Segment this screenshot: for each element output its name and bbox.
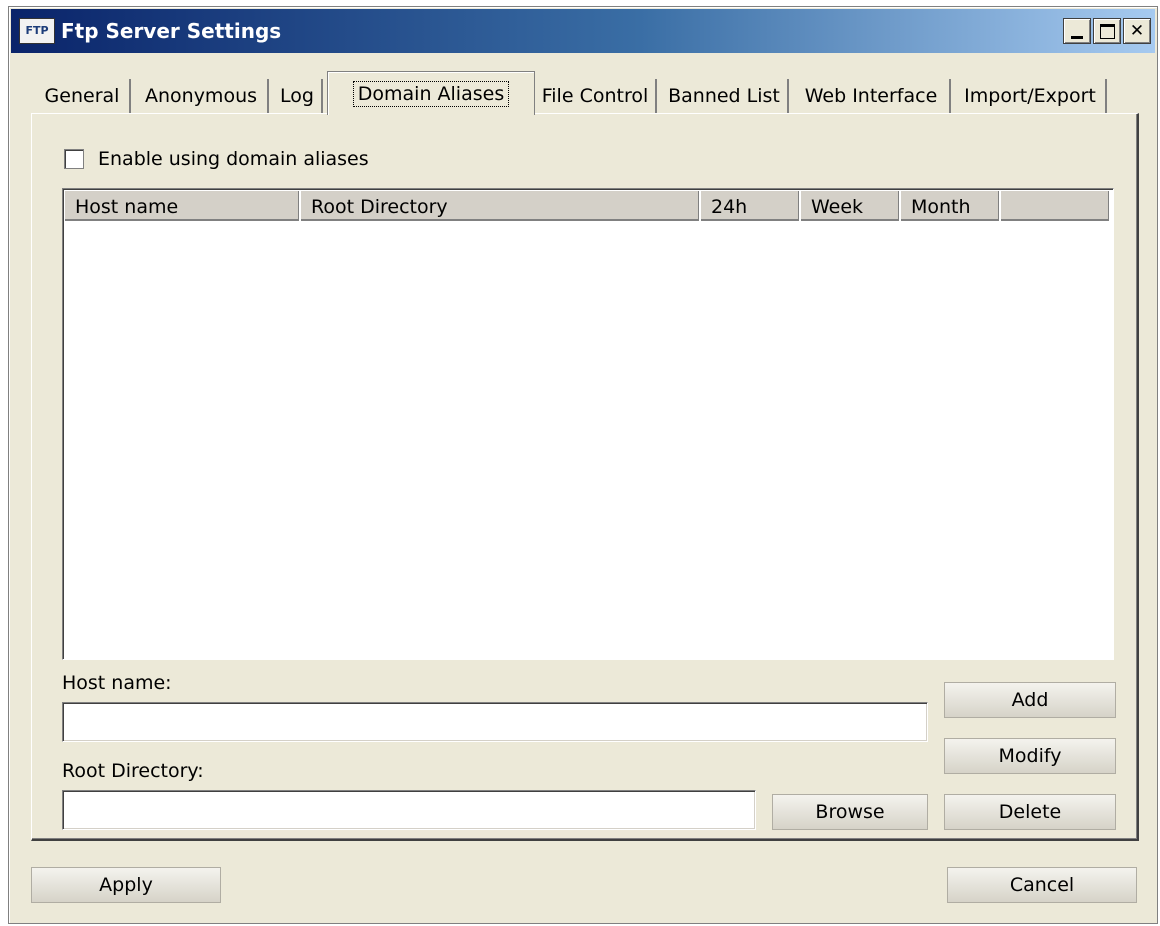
list-header: Host name Root Directory 24h Week Month	[65, 191, 1111, 221]
tab-label: Domain Aliases	[352, 80, 510, 107]
tab-label: Anonymous	[144, 85, 258, 107]
host-name-label: Host name:	[62, 672, 172, 694]
close-icon: ✕	[1129, 20, 1145, 41]
close-button[interactable]: ✕	[1123, 18, 1151, 44]
ftp-app-icon: FTP	[19, 18, 55, 44]
apply-button[interactable]: Apply	[31, 867, 221, 903]
window-title: Ftp Server Settings	[61, 19, 282, 43]
tab-web-interface[interactable]: Web Interface	[793, 79, 951, 113]
title-bar[interactable]: FTP Ftp Server Settings ✕	[11, 9, 1155, 53]
host-name-input[interactable]	[62, 702, 928, 742]
delete-button[interactable]: Delete	[944, 794, 1116, 830]
tab-domain-aliases[interactable]: Domain Aliases	[327, 71, 535, 115]
tab-anonymous[interactable]: Anonymous	[135, 79, 269, 113]
add-button[interactable]: Add	[944, 682, 1116, 718]
maximize-icon	[1099, 23, 1115, 39]
domain-aliases-list[interactable]: Host name Root Directory 24h Week Month	[62, 188, 1114, 660]
tab-label: Import/Export	[964, 85, 1096, 107]
cancel-button[interactable]: Cancel	[947, 867, 1137, 903]
tab-general[interactable]: General	[35, 79, 131, 113]
tab-label: Log	[280, 85, 314, 107]
root-directory-input[interactable]	[62, 790, 756, 830]
minimize-icon	[1071, 35, 1083, 39]
tab-log[interactable]: Log	[273, 79, 323, 113]
tab-label: File Control	[541, 85, 649, 107]
enable-domain-aliases-row[interactable]: Enable using domain aliases	[64, 148, 369, 170]
enable-domain-aliases-checkbox[interactable]	[64, 149, 84, 169]
column-header-24h[interactable]: 24h	[701, 191, 801, 221]
minimize-button[interactable]	[1063, 18, 1091, 44]
column-header-week[interactable]: Week	[801, 191, 901, 221]
settings-window: FTP Ftp Server Settings ✕ General Anonym…	[8, 6, 1158, 924]
maximize-button[interactable]	[1093, 18, 1121, 44]
tab-file-control[interactable]: File Control	[535, 79, 657, 113]
column-header-host-name[interactable]: Host name	[65, 191, 301, 221]
tab-label: General	[44, 85, 120, 107]
browse-button[interactable]: Browse	[772, 794, 928, 830]
column-header-root-directory[interactable]: Root Directory	[301, 191, 701, 221]
tab-label: Banned List	[668, 85, 780, 107]
column-header-filler	[1001, 191, 1111, 221]
domain-aliases-panel: Enable using domain aliases Host name Ro…	[31, 113, 1139, 841]
tab-banned-list[interactable]: Banned List	[661, 79, 789, 113]
column-header-month[interactable]: Month	[901, 191, 1001, 221]
modify-button[interactable]: Modify	[944, 738, 1116, 774]
tab-import-export[interactable]: Import/Export	[955, 79, 1107, 113]
enable-domain-aliases-label[interactable]: Enable using domain aliases	[98, 148, 369, 170]
root-directory-label: Root Directory:	[62, 760, 204, 782]
tab-label: Web Interface	[804, 85, 938, 107]
